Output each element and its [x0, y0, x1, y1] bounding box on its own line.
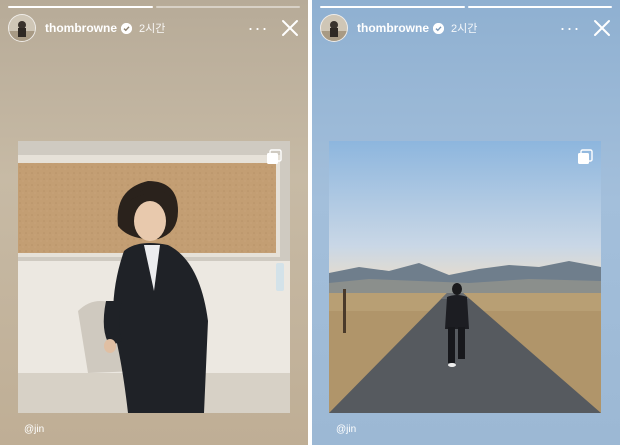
progress-segment [155, 6, 300, 8]
verified-badge-icon [121, 22, 132, 34]
close-icon[interactable] [592, 18, 612, 38]
mention-tag[interactable]: @jin [336, 424, 356, 435]
more-options-icon[interactable]: ··· [246, 19, 270, 37]
story-photo [18, 141, 290, 413]
carousel-icon [266, 149, 282, 165]
progress-segment [320, 6, 465, 8]
story-photo [329, 141, 601, 413]
avatar[interactable] [320, 14, 348, 42]
progress-segment [8, 6, 153, 8]
story-header: thombrowne 2시간 ··· [8, 14, 300, 42]
username[interactable]: thombrowne [357, 21, 429, 35]
avatar[interactable] [8, 14, 36, 42]
story-header: thombrowne 2시간 ··· [320, 14, 612, 42]
story-panel-left[interactable]: thombrowne 2시간 ··· @jin [0, 0, 308, 445]
verified-badge-icon [433, 22, 444, 34]
close-icon[interactable] [280, 18, 300, 38]
progress-segment [467, 6, 612, 8]
carousel-icon [577, 149, 593, 165]
story-panel-right[interactable]: thombrowne 2시간 ··· @jin [312, 0, 620, 445]
story-progress [8, 6, 300, 8]
more-options-icon[interactable]: ··· [558, 19, 582, 37]
post-time: 2시간 [451, 23, 478, 35]
username[interactable]: thombrowne [45, 21, 117, 35]
story-progress [320, 6, 612, 8]
mention-tag[interactable]: @jin [24, 424, 44, 435]
post-time: 2시간 [139, 23, 166, 35]
